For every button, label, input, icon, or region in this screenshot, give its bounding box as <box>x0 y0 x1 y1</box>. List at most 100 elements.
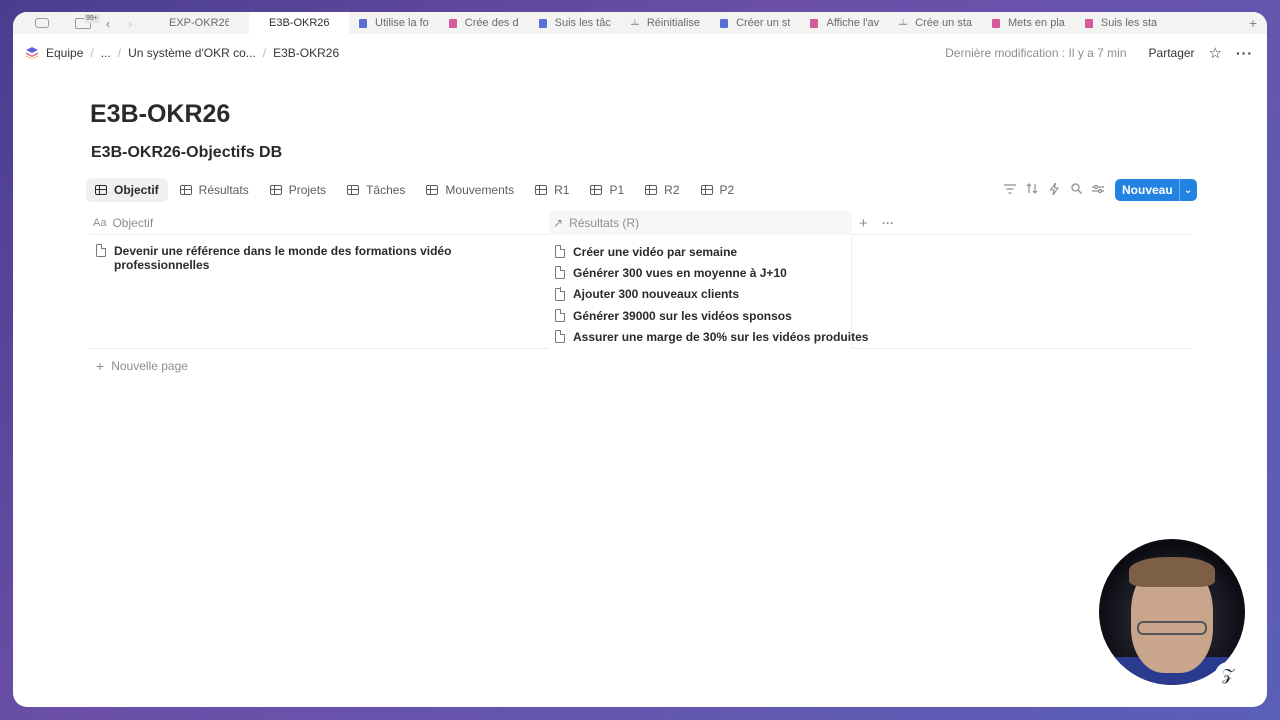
related-result-item[interactable]: Générer 39000 sur les vidéos sponsos <box>555 305 851 326</box>
database-toolbar: Nouveau ⌄ <box>999 178 1197 202</box>
page-icon <box>555 287 566 301</box>
view-tab-label: Projets <box>288 183 327 197</box>
browser-tab[interactable]: Utilise la fo <box>349 12 439 34</box>
objective-title[interactable]: Devenir une référence dans le monde des … <box>114 244 549 272</box>
view-tab[interactable]: Tâches <box>338 178 414 202</box>
table-row[interactable]: Devenir une référence dans le monde des … <box>90 236 1191 349</box>
database-title[interactable]: E3B-OKR26-Objectifs DB <box>91 144 282 162</box>
related-result-label: Générer 300 vues en moyenne à J+10 <box>573 265 787 280</box>
more-options-icon[interactable]: ··· <box>1236 45 1253 61</box>
view-tab[interactable]: Projets <box>261 178 335 202</box>
breadcrumb-separator: / <box>262 46 267 60</box>
chevron-down-icon[interactable]: ⌄ <box>1178 179 1197 201</box>
workspace-logo-icon <box>26 47 38 59</box>
breadcrumb: Equipe / ... / Un système d'OKR co... / … <box>26 46 342 60</box>
new-tab-icon[interactable]: + <box>1249 15 1257 31</box>
view-tab[interactable]: Objectif <box>86 178 168 202</box>
new-record-button[interactable]: Nouveau ⌄ <box>1115 179 1197 201</box>
related-result-label: Générer 39000 sur les vidéos sponsos <box>573 308 792 323</box>
objective-cell[interactable]: Devenir une référence dans le monde des … <box>90 236 549 349</box>
view-tab-label: Résultats <box>198 183 249 197</box>
view-tab-label: P1 <box>609 183 625 197</box>
view-tab-label: Mouvements <box>445 183 515 197</box>
column-header-results[interactable]: ↗ Résultats (R) <box>549 211 852 235</box>
breadcrumb-parent[interactable]: Un système d'OKR co... <box>125 46 259 60</box>
webcam-hair <box>1129 557 1215 587</box>
view-tab-label: R1 <box>554 183 570 197</box>
tab-favicon-icon <box>899 19 908 25</box>
tab-favicon-icon <box>810 18 819 28</box>
table-view-icon <box>269 185 282 195</box>
view-tab[interactable]: Résultats <box>171 178 258 202</box>
tab-favicon-icon <box>992 18 1001 28</box>
browser-tab[interactable]: Réinitialise <box>621 12 710 34</box>
new-record-label: Nouveau <box>1122 183 1173 197</box>
database-view-tabs: Objectif Résultats Projets Tâches Mouvements… <box>86 178 746 202</box>
forward-icon[interactable]: › <box>119 16 141 31</box>
add-property-icon[interactable]: + <box>859 211 868 235</box>
sort-icon[interactable] <box>1021 183 1043 197</box>
browser-tab-label: Affiche l'av <box>826 17 880 29</box>
view-tab[interactable]: R2 <box>636 178 688 202</box>
table-view-icon <box>645 185 658 195</box>
browser-tab-label: Réinitialise <box>646 17 701 29</box>
browser-tab-label: Suis les sta <box>1100 17 1158 29</box>
browser-tab[interactable]: Suis les sta <box>1075 12 1167 34</box>
related-result-item[interactable]: Ajouter 300 nouveaux clients <box>555 284 851 305</box>
back-icon[interactable]: ‹ <box>97 16 119 31</box>
filter-icon[interactable] <box>999 183 1021 197</box>
breadcrumb-current[interactable]: E3B-OKR26 <box>270 46 342 60</box>
related-result-item[interactable]: Créer une vidéo par semaine <box>555 241 851 262</box>
brand-logo-icon: 𝒵 <box>1215 662 1241 688</box>
sidebar-toggle-icon[interactable] <box>35 18 49 28</box>
tab-favicon-icon <box>720 18 729 28</box>
new-page-label: Nouvelle page <box>111 359 188 373</box>
browser-tab-label: Mets en pla <box>1008 17 1065 29</box>
browser-tab[interactable]: Affiche l'av <box>800 12 889 34</box>
browser-tab-label: Crée un sta <box>915 17 973 29</box>
tab-favicon-icon <box>1084 18 1093 28</box>
page-icon <box>555 266 566 280</box>
breadcrumb-ellipsis[interactable]: ... <box>98 46 114 60</box>
related-result-label: Ajouter 300 nouveaux clients <box>573 287 740 302</box>
settings-sliders-icon[interactable] <box>1087 183 1109 197</box>
view-tab[interactable]: R1 <box>526 178 578 202</box>
tab-favicon-icon <box>359 18 367 28</box>
automation-lightning-icon[interactable] <box>1043 182 1065 198</box>
browser-tab-label: Suis les tâc <box>554 17 611 29</box>
browser-tab[interactable]: EXP-OKR26 <box>149 12 249 34</box>
browser-tab-label: Utilise la fo <box>375 17 429 29</box>
webcam-glasses <box>1137 621 1207 635</box>
browser-tab[interactable]: Crée des d <box>439 12 529 34</box>
related-result-item[interactable]: Générer 300 vues en moyenne à J+10 <box>555 262 851 283</box>
favorite-star-icon[interactable]: ☆ <box>1209 44 1222 62</box>
browser-tab[interactable]: Crée un sta <box>889 12 982 34</box>
browser-tab[interactable]: Créer un st <box>710 12 800 34</box>
results-cell[interactable]: Créer une vidéo par semaine Générer 300 v… <box>549 236 868 349</box>
search-icon[interactable] <box>1065 183 1087 197</box>
related-result-item[interactable]: Assurer une marge de 30% sur les vidéos … <box>555 326 868 347</box>
table-view-icon <box>95 185 107 195</box>
table-view-icon <box>426 185 439 195</box>
column-header-label: Résultats (R) <box>569 216 640 230</box>
tab-overview-icon[interactable]: 99+ <box>75 13 100 29</box>
table-header: Aa Objectif ↗ Résultats (R) + ··· <box>90 211 1191 235</box>
page-icon <box>555 308 566 323</box>
browser-tab[interactable]: Suis les tâc <box>529 12 621 34</box>
browser-tab[interactable]: Mets en pla <box>982 12 1075 34</box>
new-page-button[interactable]: + Nouvelle page <box>96 358 188 374</box>
text-property-icon: Aa <box>93 217 107 229</box>
view-tab[interactable]: P1 <box>581 178 633 202</box>
tab-favicon-icon <box>448 18 457 28</box>
more-properties-icon[interactable]: ··· <box>882 211 894 235</box>
browser-tab[interactable]: E3B-OKR26 <box>249 12 349 34</box>
page-title[interactable]: E3B-OKR26 <box>90 100 230 129</box>
view-tab[interactable]: P2 <box>692 178 744 202</box>
column-header-label: Objectif <box>112 216 154 230</box>
tab-favicon-icon <box>538 18 547 28</box>
breadcrumb-workspace[interactable]: Equipe <box>43 46 86 60</box>
app-window: 99+ ‹ › EXP-OKR26 E3B-OKR26 Utilise la fo C… <box>13 12 1267 707</box>
view-tab[interactable]: Mouvements <box>417 178 523 202</box>
share-button[interactable]: Partager <box>1149 46 1195 60</box>
column-header-objective[interactable]: Aa Objectif <box>90 211 549 235</box>
